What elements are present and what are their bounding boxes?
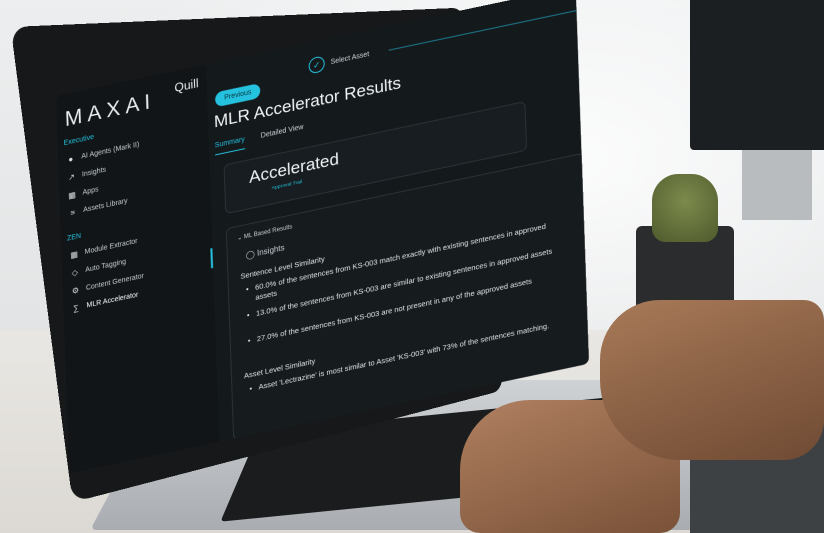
ml-results-header[interactable]: ⌄ ML Based Results (237, 223, 292, 242)
photo-scene: MAXAI Quill Executive ● AI Agents (Mark … (0, 0, 824, 533)
app-name: Quill (174, 75, 199, 95)
sidebar-item-label: MLR Accelerator (86, 291, 139, 310)
sidebar-item-label: Apps (82, 186, 99, 197)
sidebar-item-auto-tagging[interactable]: ◇ Auto Tagging (70, 257, 127, 278)
insights-heading: ◯ Insights (246, 243, 285, 260)
monitor-stand (742, 150, 812, 220)
sidebar-item-apps[interactable]: ▦ Apps (67, 185, 99, 201)
tab-summary[interactable]: Summary (214, 136, 246, 156)
sidebar-section-executive: Executive (63, 134, 95, 148)
tab-detailed-view[interactable]: Detailed View (261, 124, 304, 146)
right-hand (600, 300, 824, 460)
gear-icon: ⚙ (71, 285, 80, 296)
sidebar-item-label: Module Extractor (84, 237, 138, 257)
sidebar-item-mlr-accelerator[interactable]: ∑ MLR Accelerator (71, 291, 138, 314)
page-title: MLR Accelerator Results (213, 73, 402, 132)
sidebar-section-zen: ZEN (66, 232, 82, 243)
robot-icon: ● (68, 154, 74, 165)
background-monitor (690, 0, 824, 150)
main-content: Previous ✓ Select Asset MLR Accelerator … (212, 0, 589, 441)
active-indicator (210, 248, 214, 269)
sidebar-item-label: Content Generator (85, 272, 144, 292)
cactus-plant (652, 174, 718, 242)
step-label: Select Asset (330, 50, 370, 66)
trend-icon: ↗ (67, 172, 75, 183)
tag-icon: ◇ (71, 267, 79, 278)
check-icon: ✓ (308, 55, 325, 75)
apps-grid-icon: ▦ (68, 189, 77, 201)
sidebar-item-label: Insights (81, 166, 107, 179)
chevron-down-icon: ⌄ (237, 234, 243, 242)
grid-icon: ▦ (70, 249, 79, 261)
sidebar-item-insights[interactable]: ↗ Insights (67, 166, 106, 183)
ml-results-title: ML Based Results (243, 224, 293, 241)
stepper-select-asset[interactable]: ✓ Select Asset (308, 46, 369, 75)
sidebar-item-assets-library[interactable]: ≡ Assets Library (68, 197, 128, 218)
sidebar-item-label: Auto Tagging (85, 258, 127, 274)
insights-label: Insights (256, 242, 285, 258)
lightbulb-icon: ◯ (245, 249, 255, 260)
library-icon: ≡ (70, 208, 76, 219)
sidebar-item-label: AI Agents (Mark II) (81, 141, 140, 161)
app-logo: MAXAI (64, 89, 156, 132)
sidebar-item-label: Assets Library (83, 197, 128, 215)
sidebar: MAXAI Quill Executive ● AI Agents (Mark … (56, 64, 220, 474)
accelerator-icon: ∑ (73, 303, 80, 314)
sidebar-item-module-extractor[interactable]: ▦ Module Extractor (70, 237, 138, 260)
